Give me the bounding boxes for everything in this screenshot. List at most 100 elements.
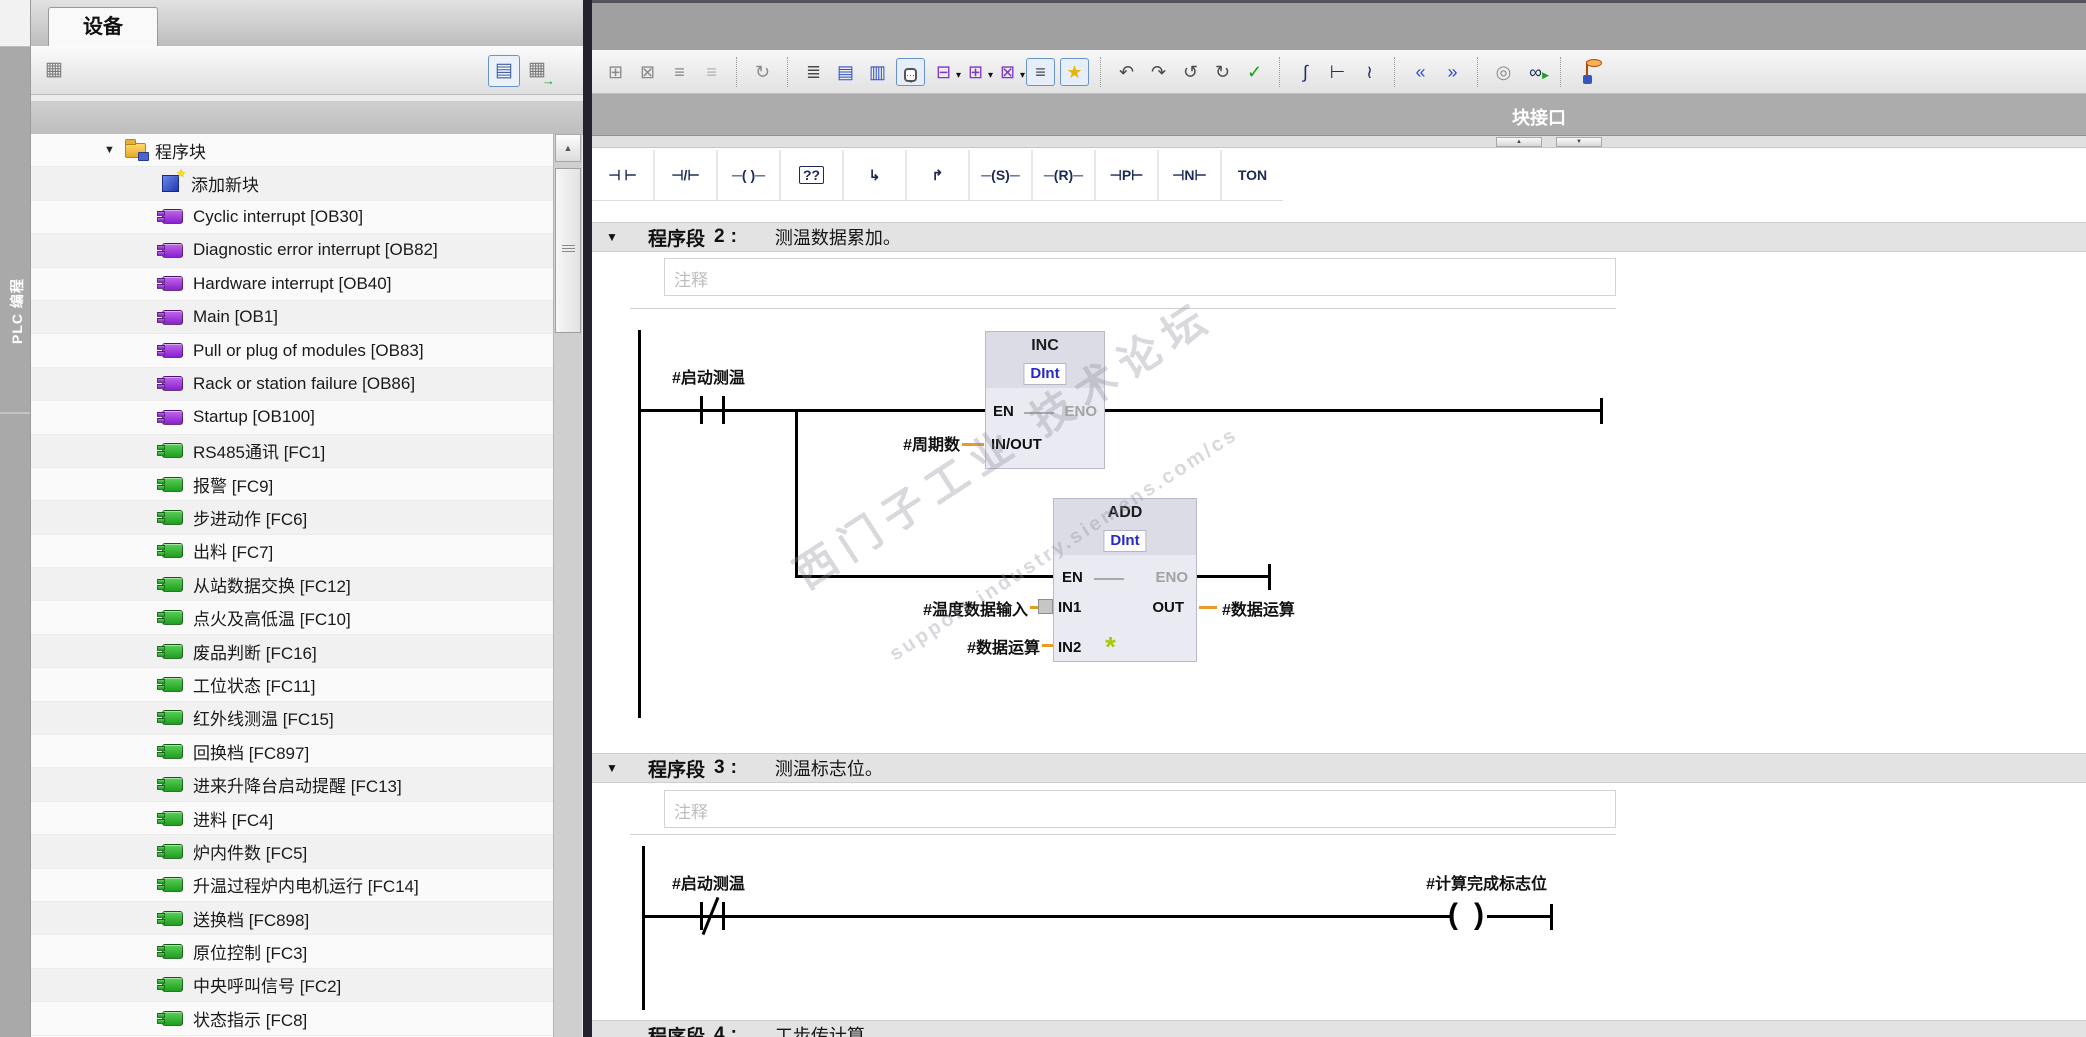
assignment-list-icon[interactable]: ⊢	[1324, 59, 1351, 85]
tree-item[interactable]: Cyclic interrupt [OB30]	[31, 200, 553, 235]
favorite-ton-timer[interactable]: TON	[1222, 150, 1283, 200]
nc-contact[interactable]	[700, 902, 703, 930]
expand-all-networks-icon[interactable]: ▤	[832, 59, 859, 85]
tree-item[interactable]: 升温过程炉内电机运行 [FC14]	[31, 868, 553, 902]
delete-network-icon[interactable]: ⊠	[634, 59, 661, 85]
open-in-editor-icon[interactable]: ▦ →	[522, 55, 555, 87]
favorite-p-contact[interactable]: ⊣P⊢	[1096, 150, 1157, 200]
favorite-reset-coil[interactable]: ─(R)─	[1033, 150, 1094, 200]
synchronize-icon[interactable]: ↻	[1209, 59, 1236, 85]
tree-item[interactable]: 炉内件数 [FC5]	[31, 835, 553, 869]
pin-inout[interactable]: IN/OUT	[991, 436, 1042, 453]
tree-item[interactable]: 中央呼叫信号 [FC2]	[31, 968, 553, 1003]
filter-icon[interactable]: ▦	[39, 55, 69, 85]
interface-collapse-button[interactable]: ▼	[1556, 137, 1602, 147]
tree-folder-program-blocks[interactable]: ▼ 程序块	[31, 134, 553, 168]
renumber-networks-icon[interactable]: ↻	[749, 59, 776, 85]
coil[interactable]: (	[1448, 900, 1458, 930]
in1-operand[interactable]: #温度数据输入	[878, 596, 1028, 620]
favorite-n-contact[interactable]: ⊣N⊢	[1159, 150, 1220, 200]
favorite-empty-box[interactable]: ??	[781, 150, 842, 200]
collapse-all-networks-icon[interactable]: ▥	[864, 59, 891, 85]
network-2-comment[interactable]: 注释	[664, 258, 1616, 296]
tree-item[interactable]: Pull or plug of modules [OB83]	[31, 334, 553, 368]
pin-in2[interactable]: IN2	[1058, 639, 1081, 656]
insert-network-icon[interactable]: ⊞	[602, 59, 629, 85]
favorites-toggle-icon[interactable]: ★	[1060, 57, 1089, 86]
tree-item[interactable]: 步进动作 [FC6]	[31, 501, 553, 535]
absolute-operands-toggle-icon[interactable]: ≡	[1026, 57, 1055, 86]
tree-scrollbar-thumb[interactable]	[555, 168, 581, 333]
pin-en[interactable]: EN	[993, 403, 1014, 420]
pin-out[interactable]: OUT	[1152, 599, 1184, 616]
favorite-open-branch[interactable]: ↳	[844, 150, 905, 200]
tree-scrollbar[interactable]: ▲	[553, 134, 582, 1037]
interface-expand-button[interactable]: ▲	[1496, 137, 1542, 147]
jump-to-previous-icon[interactable]: «	[1407, 59, 1434, 85]
network-description[interactable]: 测温标志位。	[775, 755, 883, 781]
tree-item[interactable]: Diagnostic error interrupt [OB82]	[31, 234, 553, 268]
tree-item-add-new-block[interactable]: 添加新块	[31, 167, 553, 201]
open-branch-icon[interactable]: ⊠ ▾	[994, 59, 1025, 85]
pin-in1[interactable]: IN1	[1058, 599, 1081, 616]
panel-splitter[interactable]	[583, 0, 592, 1037]
toggle-network-comments-icon[interactable]: ⋯	[896, 57, 925, 86]
compile-icon[interactable]: ✓	[1241, 59, 1268, 85]
details-view-icon[interactable]: ▤	[488, 55, 520, 87]
tree-item[interactable]: 报警 [FC9]	[31, 467, 553, 502]
network-3-comment[interactable]: 注释	[664, 790, 1616, 828]
jump-to-next-icon[interactable]: »	[1439, 59, 1466, 85]
pin-eno[interactable]: ENO	[1064, 403, 1097, 420]
tree-item[interactable]: 进来升降台启动提醒 [FC13]	[31, 768, 553, 802]
contact-operand[interactable]: #启动测温	[672, 870, 745, 894]
collapse-arrow-icon[interactable]: ▼	[606, 761, 622, 775]
tree-item[interactable]: 工位状态 [FC11]	[31, 668, 553, 702]
tree-item[interactable]: 原位控制 [FC3]	[31, 935, 553, 969]
pin-en[interactable]: EN	[1062, 569, 1083, 586]
network-description[interactable]: 测温数据累加。	[775, 224, 901, 250]
insert-operand-icon[interactable]: ⊞ ▾	[962, 59, 993, 85]
operand-ghost-box[interactable]	[1038, 599, 1053, 614]
network-3-header[interactable]: ▼ 程序段 3 : 测温标志位。	[592, 753, 2086, 783]
previous-error-icon[interactable]: ↶	[1113, 59, 1140, 85]
pin-eno[interactable]: ENO	[1155, 569, 1188, 586]
tree-item[interactable]: 送换档 [FC898]	[31, 901, 553, 936]
tree-item[interactable]: RS485通讯 [FC1]	[31, 434, 553, 468]
tree-item[interactable]: 进料 [FC4]	[31, 801, 553, 836]
block-type-dropdown[interactable]: DInt	[1023, 363, 1067, 385]
tree-item[interactable]: 点火及高低温 [FC10]	[31, 601, 553, 635]
inc-block[interactable]: INC DInt EN ENO IN/OUT	[985, 331, 1105, 469]
tree-item[interactable]: Rack or station failure [OB86]	[31, 367, 553, 402]
in2-operand[interactable]: #数据运算	[920, 634, 1040, 658]
tree-item[interactable]: 废品判断 [FC16]	[31, 634, 553, 669]
favorite-no-contact[interactable]: ⊣ ⊢	[592, 150, 653, 200]
tree-item[interactable]: Startup [OB100]	[31, 401, 553, 435]
no-contact[interactable]	[722, 396, 725, 424]
tree-item[interactable]: 出料 [FC7]	[31, 534, 553, 569]
insert-box-icon[interactable]: ⊟ ▾	[930, 59, 961, 85]
tab-devices[interactable]: 设备	[48, 7, 158, 47]
coil[interactable]: )	[1474, 900, 1484, 930]
network-2-header[interactable]: ▼ 程序段 2 : 测温数据累加。	[592, 222, 2086, 252]
next-error-icon[interactable]: ↷	[1145, 59, 1172, 85]
collapse-arrow-icon[interactable]: ▼	[104, 144, 118, 156]
monitoring-glasses-icon[interactable]: ∞ ▶	[1522, 59, 1549, 85]
call-structure-icon[interactable]: ∫	[1292, 59, 1319, 85]
plc-programming-vertical-tab[interactable]: PLC 编程	[7, 264, 25, 344]
network-overview-icon[interactable]: ≣	[800, 59, 827, 85]
update-block-calls-icon[interactable]: ↺	[1177, 59, 1204, 85]
network-description[interactable]: 工步传计算	[775, 1022, 865, 1037]
favorite-nc-contact[interactable]: ⊣/⊢	[655, 150, 716, 200]
expand-statements-icon[interactable]: ≀	[1356, 59, 1383, 85]
nc-contact[interactable]	[722, 902, 725, 930]
favorite-set-coil[interactable]: ─(S)─	[970, 150, 1031, 200]
insert-row-before-icon[interactable]: ≡	[666, 59, 693, 85]
block-interface-band[interactable]: 块接口	[592, 94, 2086, 136]
tree-item[interactable]: Hardware interrupt [OB40]	[31, 267, 553, 301]
network-4-header[interactable]: 程序段 4 : 工步传计算	[592, 1020, 2086, 1037]
favorite-coil[interactable]: ─( )─	[718, 150, 779, 200]
insert-row-after-icon[interactable]: ≡	[698, 59, 725, 85]
contact-operand[interactable]: #启动测温	[672, 364, 745, 388]
tree-scroll-up-button[interactable]: ▲	[555, 134, 581, 162]
tree-item[interactable]: 状态指示 [FC8]	[31, 1002, 553, 1036]
